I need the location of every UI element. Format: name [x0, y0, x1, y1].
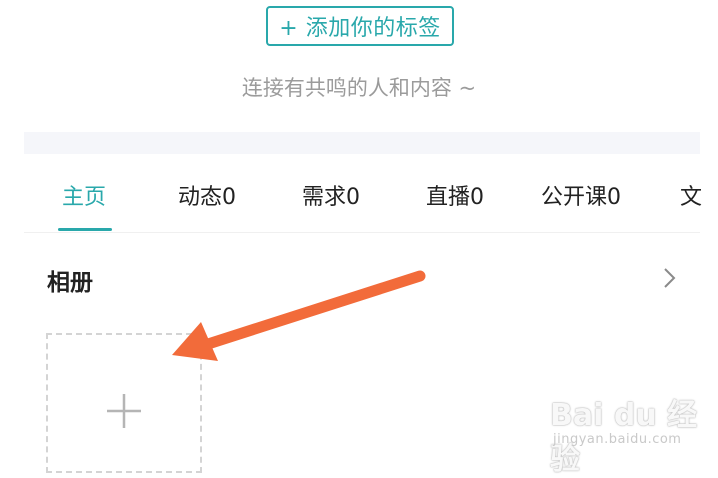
- tab-activity[interactable]: 动态0: [178, 179, 236, 211]
- chevron-right-icon[interactable]: [658, 264, 682, 292]
- profile-tabs: 主页 动态0 需求0 直播0 公开课0 文: [0, 154, 718, 232]
- tab-live[interactable]: 直播0: [426, 179, 484, 211]
- active-tab-indicator: [58, 228, 112, 231]
- tagline: 连接有共鸣的人和内容 ~: [241, 76, 477, 100]
- tabs-divider: [24, 232, 700, 233]
- tab-home[interactable]: 主页: [62, 179, 106, 211]
- watermark-url: jingyan.baidu.com: [553, 432, 682, 447]
- tab-articles[interactable]: 文: [680, 179, 702, 211]
- album-title: 相册: [47, 270, 93, 296]
- section-divider: [24, 132, 700, 154]
- add-tag-button[interactable]: + 添加你的标签: [266, 6, 454, 46]
- tab-requests[interactable]: 需求0: [302, 179, 360, 211]
- plus-icon: [107, 394, 141, 428]
- tab-open-class[interactable]: 公开课0: [541, 179, 621, 211]
